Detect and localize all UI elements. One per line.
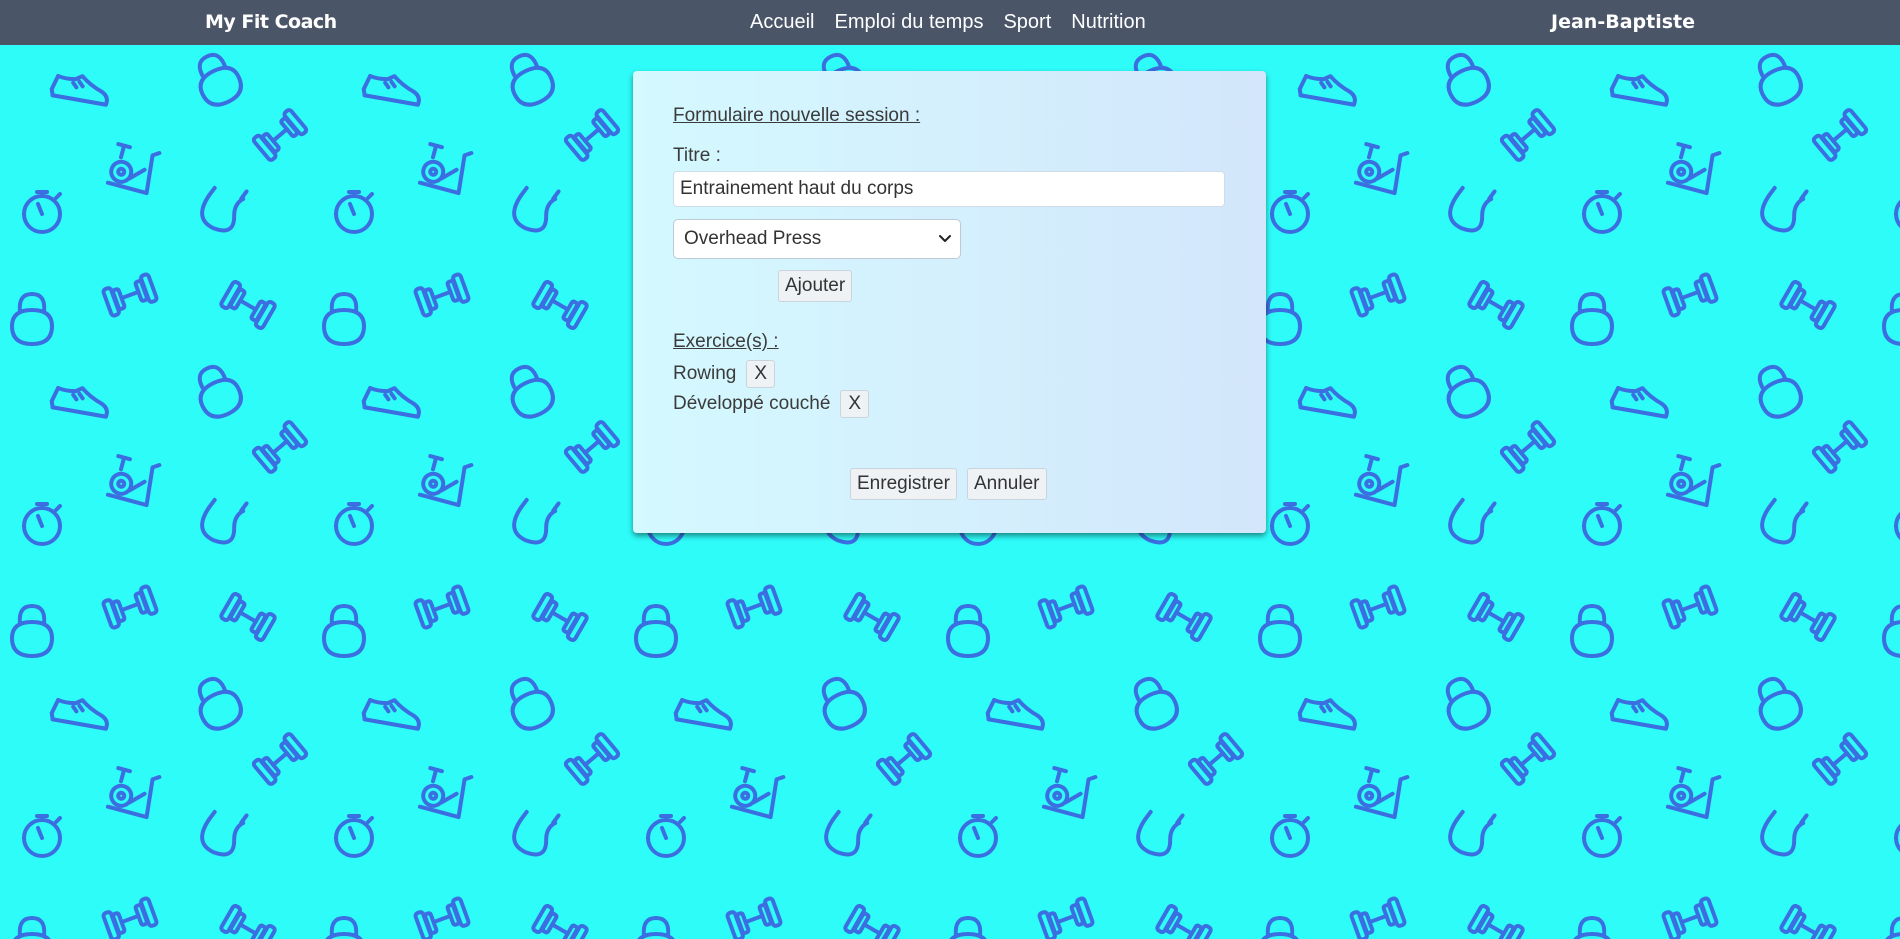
chevron-down-icon [939, 235, 951, 242]
cancel-button[interactable]: Annuler [967, 468, 1047, 500]
exercise-name: Développé couché [673, 393, 831, 414]
exercise-select-value: Overhead Press [684, 228, 822, 249]
save-button[interactable]: Enregistrer [850, 468, 957, 500]
main-nav: Accueil Emploi du temps Sport Nutrition [750, 0, 1146, 45]
nav-link-nutrition[interactable]: Nutrition [1071, 0, 1145, 45]
nav-link-emploi-du-temps[interactable]: Emploi du temps [834, 0, 983, 45]
brand-logo[interactable]: My Fit Coach [205, 0, 337, 45]
remove-exercise-button[interactable]: X [746, 360, 776, 388]
new-session-form-card: Formulaire nouvelle session : Titre : Ov… [633, 71, 1266, 533]
title-label: Titre : [673, 145, 721, 166]
nav-link-sport[interactable]: Sport [1003, 0, 1051, 45]
exercise-list-item: Rowing X [673, 359, 776, 389]
add-exercise-button[interactable]: Ajouter [778, 270, 853, 302]
form-heading: Formulaire nouvelle session : [673, 105, 921, 126]
remove-exercise-button[interactable]: X [840, 390, 870, 418]
exercise-list-item: Développé couché X [673, 389, 870, 419]
top-nav-bar: My Fit Coach Accueil Emploi du temps Spo… [0, 0, 1900, 45]
title-input[interactable] [673, 171, 1225, 207]
exercise-select[interactable]: Overhead Press [673, 219, 961, 259]
nav-link-accueil[interactable]: Accueil [750, 0, 814, 45]
exercises-heading: Exercice(s) : [673, 331, 779, 352]
exercise-name: Rowing [673, 363, 737, 384]
user-name[interactable]: Jean-Baptiste [1551, 0, 1695, 45]
